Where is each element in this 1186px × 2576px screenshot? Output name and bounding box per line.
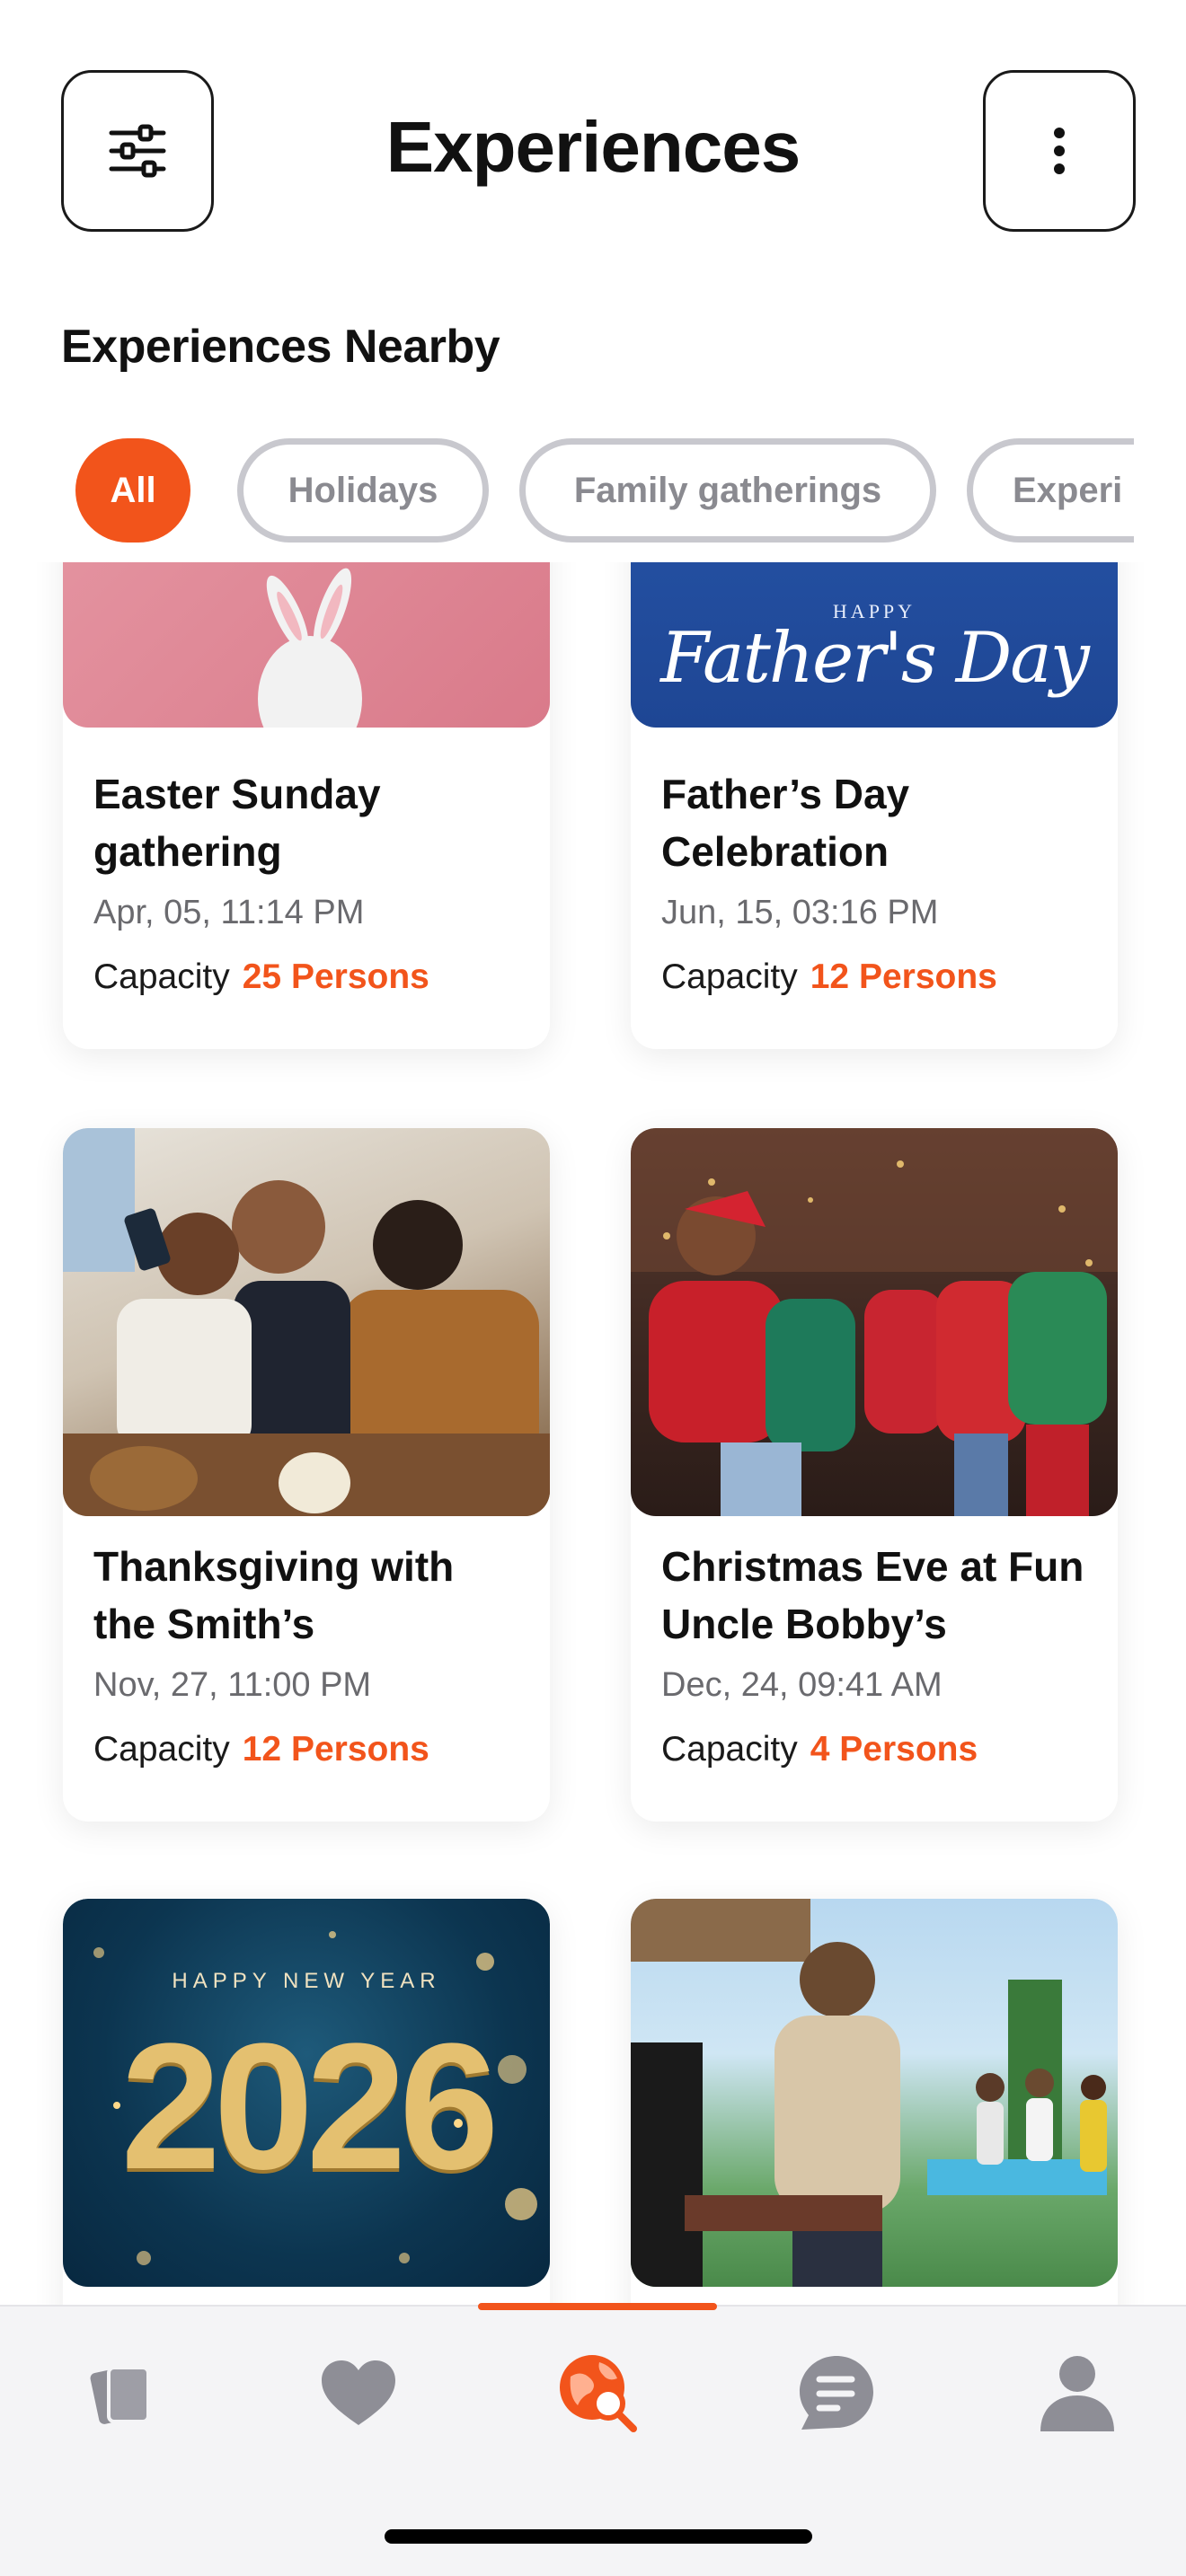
card-capacity: Capacity 12 Persons: [93, 1730, 429, 1769]
chat-bubble-icon: [800, 2356, 873, 2430]
card-title: Easter Sunday gathering: [93, 771, 381, 875]
experience-card-thanksgiving[interactable]: Thanksgiving with the Smith’s Nov, 27, 11…: [63, 1128, 550, 1822]
section-title: Experiences Nearby: [61, 321, 500, 373]
christmas-party-photo: [631, 1128, 1118, 1516]
experiences-grid: Easter Sunday gathering Apr, 05, 11:14 PM…: [0, 562, 1186, 2305]
card-date: Apr, 05, 11:14 PM: [93, 894, 365, 931]
cards-icon: [90, 2366, 150, 2424]
chip-experiences[interactable]: Experi: [967, 438, 1134, 543]
profile-icon: [1040, 2356, 1114, 2431]
active-tab-indicator: [478, 2303, 717, 2310]
card-title: Father’s Day Celebration: [661, 771, 910, 875]
card-title: Thanksgiving with the Smith’s: [93, 1543, 455, 1647]
chip-holidays[interactable]: Holidays: [237, 438, 489, 543]
heart-icon: [322, 2360, 395, 2425]
home-indicator: [385, 2529, 812, 2544]
experience-card-fathers-day[interactable]: HAPPY Father's Day Father’s Day Celebrati…: [631, 562, 1118, 1049]
new-year-2026-image: HAPPY NEW YEAR 2026: [63, 1899, 550, 2287]
backyard-bbq-party-photo: [631, 1899, 1118, 2287]
tab-profile[interactable]: [1019, 2339, 1136, 2447]
new-year-greeting-text: HAPPY NEW YEAR: [172, 1969, 441, 1993]
tab-favorites[interactable]: [300, 2339, 417, 2447]
new-year-year-text: 2026: [120, 2007, 500, 2207]
card-capacity: Capacity 4 Persons: [661, 1730, 978, 1769]
tab-chat[interactable]: [778, 2339, 895, 2447]
chip-family-gatherings[interactable]: Family gatherings: [519, 438, 936, 543]
tab-explore[interactable]: [539, 2339, 656, 2447]
fathers-day-script-text: Father's Day: [660, 618, 1090, 699]
vertical-dots-icon: [1054, 128, 1065, 174]
experience-card-backyard-bbq[interactable]: [631, 1899, 1118, 2305]
experience-card-easter[interactable]: Easter Sunday gathering Apr, 05, 11:14 PM…: [63, 562, 550, 1049]
app-header: Experiences: [0, 0, 1186, 305]
card-title: Christmas Eve at Fun Uncle Bobby’s: [661, 1543, 1084, 1647]
experience-card-new-year[interactable]: HAPPY NEW YEAR 2026: [63, 1899, 550, 2305]
card-date: Jun, 15, 03:16 PM: [661, 894, 939, 931]
more-options-button[interactable]: [983, 70, 1136, 232]
tab-cards[interactable]: [63, 2339, 180, 2447]
globe-search-icon: [560, 2355, 637, 2432]
card-capacity: Capacity 12 Persons: [661, 957, 997, 996]
card-date: Dec, 24, 09:41 AM: [661, 1666, 943, 1704]
category-chips: All Holidays Family gatherings Experi: [0, 431, 1134, 557]
chip-all[interactable]: All: [75, 438, 190, 543]
card-date: Nov, 27, 11:00 PM: [93, 1666, 372, 1704]
fathers-day-banner-image: HAPPY Father's Day: [631, 562, 1118, 728]
thanksgiving-selfie-photo: [63, 1128, 550, 1516]
easter-bunny-egg-image: [63, 562, 550, 728]
experience-card-christmas[interactable]: Christmas Eve at Fun Uncle Bobby’s Dec, 2…: [631, 1128, 1118, 1822]
card-capacity: Capacity 25 Persons: [93, 957, 429, 996]
